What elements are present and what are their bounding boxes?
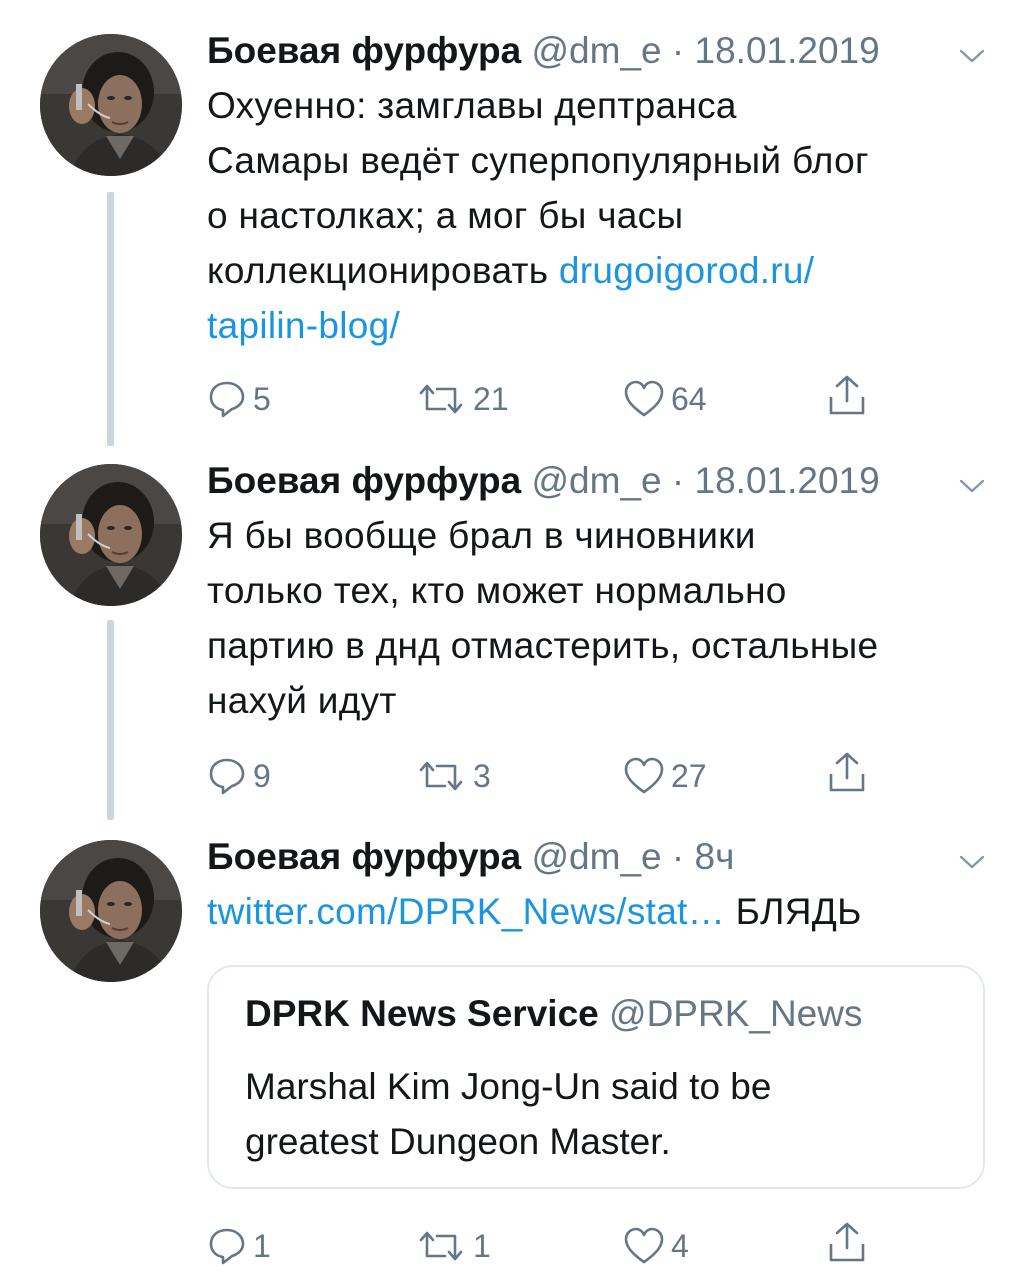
- tweet-timestamp[interactable]: 18.01.2019: [695, 460, 880, 501]
- tweet-text-segment: БЛЯДЬ: [725, 891, 862, 932]
- author-name[interactable]: Боевая фурфура: [207, 460, 521, 501]
- retweet-icon: [415, 756, 467, 796]
- separator-dot: ·: [671, 30, 685, 71]
- share-icon: [827, 373, 867, 417]
- reply-icon: [207, 1226, 247, 1266]
- tweet-text: twitter.com/DPRK_News/stat… БЛЯДЬ: [207, 884, 989, 939]
- tweet-link[interactable]: twitter.com/DPRK_News/stat…: [207, 891, 725, 932]
- retweet-icon: [415, 1226, 467, 1266]
- tweet-text-line: только тех, кто может нормально: [207, 570, 787, 611]
- avatar[interactable]: [40, 464, 182, 606]
- quoted-text-line: Marshal Kim Jong-Un said to be: [245, 1066, 772, 1107]
- avatar[interactable]: [40, 840, 182, 982]
- like-count: 27: [671, 757, 707, 794]
- tweet-header: Боевая фурфура @dm_e · 18.01.2019: [207, 458, 989, 504]
- tweet-actions: 5 21 64: [207, 377, 887, 421]
- tweet-text-line: Самары ведёт суперпопулярный блог: [207, 140, 869, 181]
- thread-line: [107, 192, 114, 446]
- retweet-button[interactable]: 1: [415, 1224, 491, 1268]
- retweet-icon: [415, 379, 467, 419]
- like-button[interactable]: 64: [623, 377, 707, 421]
- share-button[interactable]: [827, 373, 867, 417]
- avatar[interactable]: [40, 34, 182, 176]
- tweet-header: Боевая фурфура @dm_e · 8ч: [207, 834, 989, 880]
- tweet-actions: 9 3 27: [207, 754, 887, 798]
- retweet-button[interactable]: 21: [415, 377, 509, 421]
- tweet-link-continued[interactable]: tapilin-blog/: [207, 305, 400, 346]
- like-count: 64: [671, 380, 707, 417]
- reply-button[interactable]: 1: [207, 1224, 271, 1268]
- tweet-content: Боевая фурфура @dm_e · 18.01.2019 Я бы в…: [207, 458, 989, 728]
- tweet-text-line: о настолках; а мог бы часы: [207, 195, 684, 236]
- tweet-timestamp[interactable]: 8ч: [695, 836, 735, 877]
- share-icon: [827, 750, 867, 794]
- tweet-timestamp[interactable]: 18.01.2019: [695, 30, 880, 71]
- tweet-text-line: коллекционировать drugoigorod.ru/: [207, 243, 989, 298]
- tweet-link[interactable]: drugoigorod.ru/: [559, 250, 814, 291]
- thread-line: [107, 620, 114, 820]
- author-name[interactable]: Боевая фурфура: [207, 30, 521, 71]
- retweet-button[interactable]: 3: [415, 754, 491, 798]
- author-handle[interactable]: @dm_e: [532, 460, 662, 501]
- heart-icon: [623, 1226, 665, 1266]
- retweet-count: 1: [473, 1227, 491, 1264]
- reply-button[interactable]: 9: [207, 754, 271, 798]
- tweet-header: Боевая фурфура @dm_e · 18.01.2019: [207, 28, 989, 74]
- tweet-text-line: tapilin-blog/: [207, 298, 989, 353]
- author-handle[interactable]: @dm_e: [532, 836, 662, 877]
- reply-count: 9: [253, 757, 271, 794]
- tweet-text: Охуенно: замглавы дептранса Самары ведёт…: [207, 78, 989, 353]
- quoted-tweet-text: Marshal Kim Jong-Un said to be greatest …: [245, 1059, 945, 1169]
- share-button[interactable]: [827, 1220, 867, 1264]
- tweet-text: Я бы вообще брал в чиновники только тех,…: [207, 508, 989, 728]
- reply-icon: [207, 756, 247, 796]
- tweet-content: Боевая фурфура @dm_e · 8ч twitter.com/DP…: [207, 834, 989, 939]
- tweet-content: Боевая фурфура @dm_e · 18.01.2019 Охуенн…: [207, 28, 989, 353]
- chevron-down-icon[interactable]: [955, 466, 989, 496]
- tweet-text-line: партию в днд отмастерить, остальные: [207, 625, 879, 666]
- quoted-author-handle: @DPRK_News: [609, 993, 863, 1034]
- quoted-text-line: greatest Dungeon Master.: [245, 1121, 671, 1162]
- tweet-text-line: Охуенно: замглавы дептранса: [207, 85, 737, 126]
- like-button[interactable]: 4: [623, 1224, 689, 1268]
- heart-icon: [623, 756, 665, 796]
- tweet-text-segment: коллекционировать: [207, 250, 559, 291]
- chevron-down-icon[interactable]: [955, 842, 989, 872]
- reply-icon: [207, 379, 247, 419]
- reply-count: 5: [253, 380, 271, 417]
- separator-dot: ·: [671, 836, 685, 877]
- share-button[interactable]: [827, 750, 867, 794]
- tweet-text-line: Я бы вообще брал в чиновники: [207, 515, 756, 556]
- like-button[interactable]: 27: [623, 754, 707, 798]
- retweet-count: 3: [473, 757, 491, 794]
- quoted-author-name: DPRK News Service: [245, 993, 599, 1034]
- reply-count: 1: [253, 1227, 271, 1264]
- author-handle[interactable]: @dm_e: [532, 30, 662, 71]
- chevron-down-icon[interactable]: [955, 36, 989, 66]
- heart-icon: [623, 379, 665, 419]
- quoted-tweet-header: DPRK News Service @DPRK_News: [245, 993, 862, 1035]
- author-name[interactable]: Боевая фурфура: [207, 836, 521, 877]
- reply-button[interactable]: 5: [207, 377, 271, 421]
- tweet-text-line: нахуй идут: [207, 680, 397, 721]
- retweet-count: 21: [473, 380, 509, 417]
- quoted-tweet[interactable]: DPRK News Service @DPRK_News Marshal Kim…: [207, 965, 985, 1189]
- tweet-text-line: twitter.com/DPRK_News/stat… БЛЯДЬ: [207, 884, 989, 939]
- like-count: 4: [671, 1227, 689, 1264]
- tweet-actions: 1 1 4: [207, 1224, 887, 1268]
- separator-dot: ·: [671, 460, 685, 501]
- share-icon: [827, 1220, 867, 1264]
